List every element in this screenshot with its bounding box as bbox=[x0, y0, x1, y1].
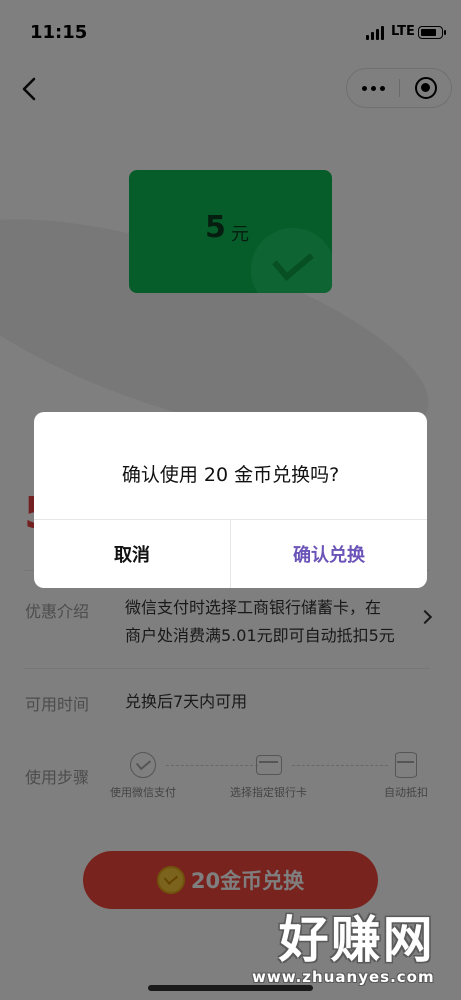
home-indicator bbox=[148, 985, 313, 991]
confirm-exchange-button[interactable]: 确认兑换 bbox=[231, 520, 427, 588]
watermark-url: www.zhuanyes.com bbox=[252, 968, 435, 986]
cancel-button[interactable]: 取消 bbox=[34, 520, 230, 588]
watermark-logo: 好赚网 bbox=[278, 911, 435, 969]
confirm-dialog: 确认使用 20 金币兑换吗? 取消 确认兑换 bbox=[34, 412, 427, 588]
dialog-title: 确认使用 20 金币兑换吗? bbox=[121, 464, 340, 486]
watermark: 好赚网 www.zhuanyes.com bbox=[252, 912, 435, 986]
